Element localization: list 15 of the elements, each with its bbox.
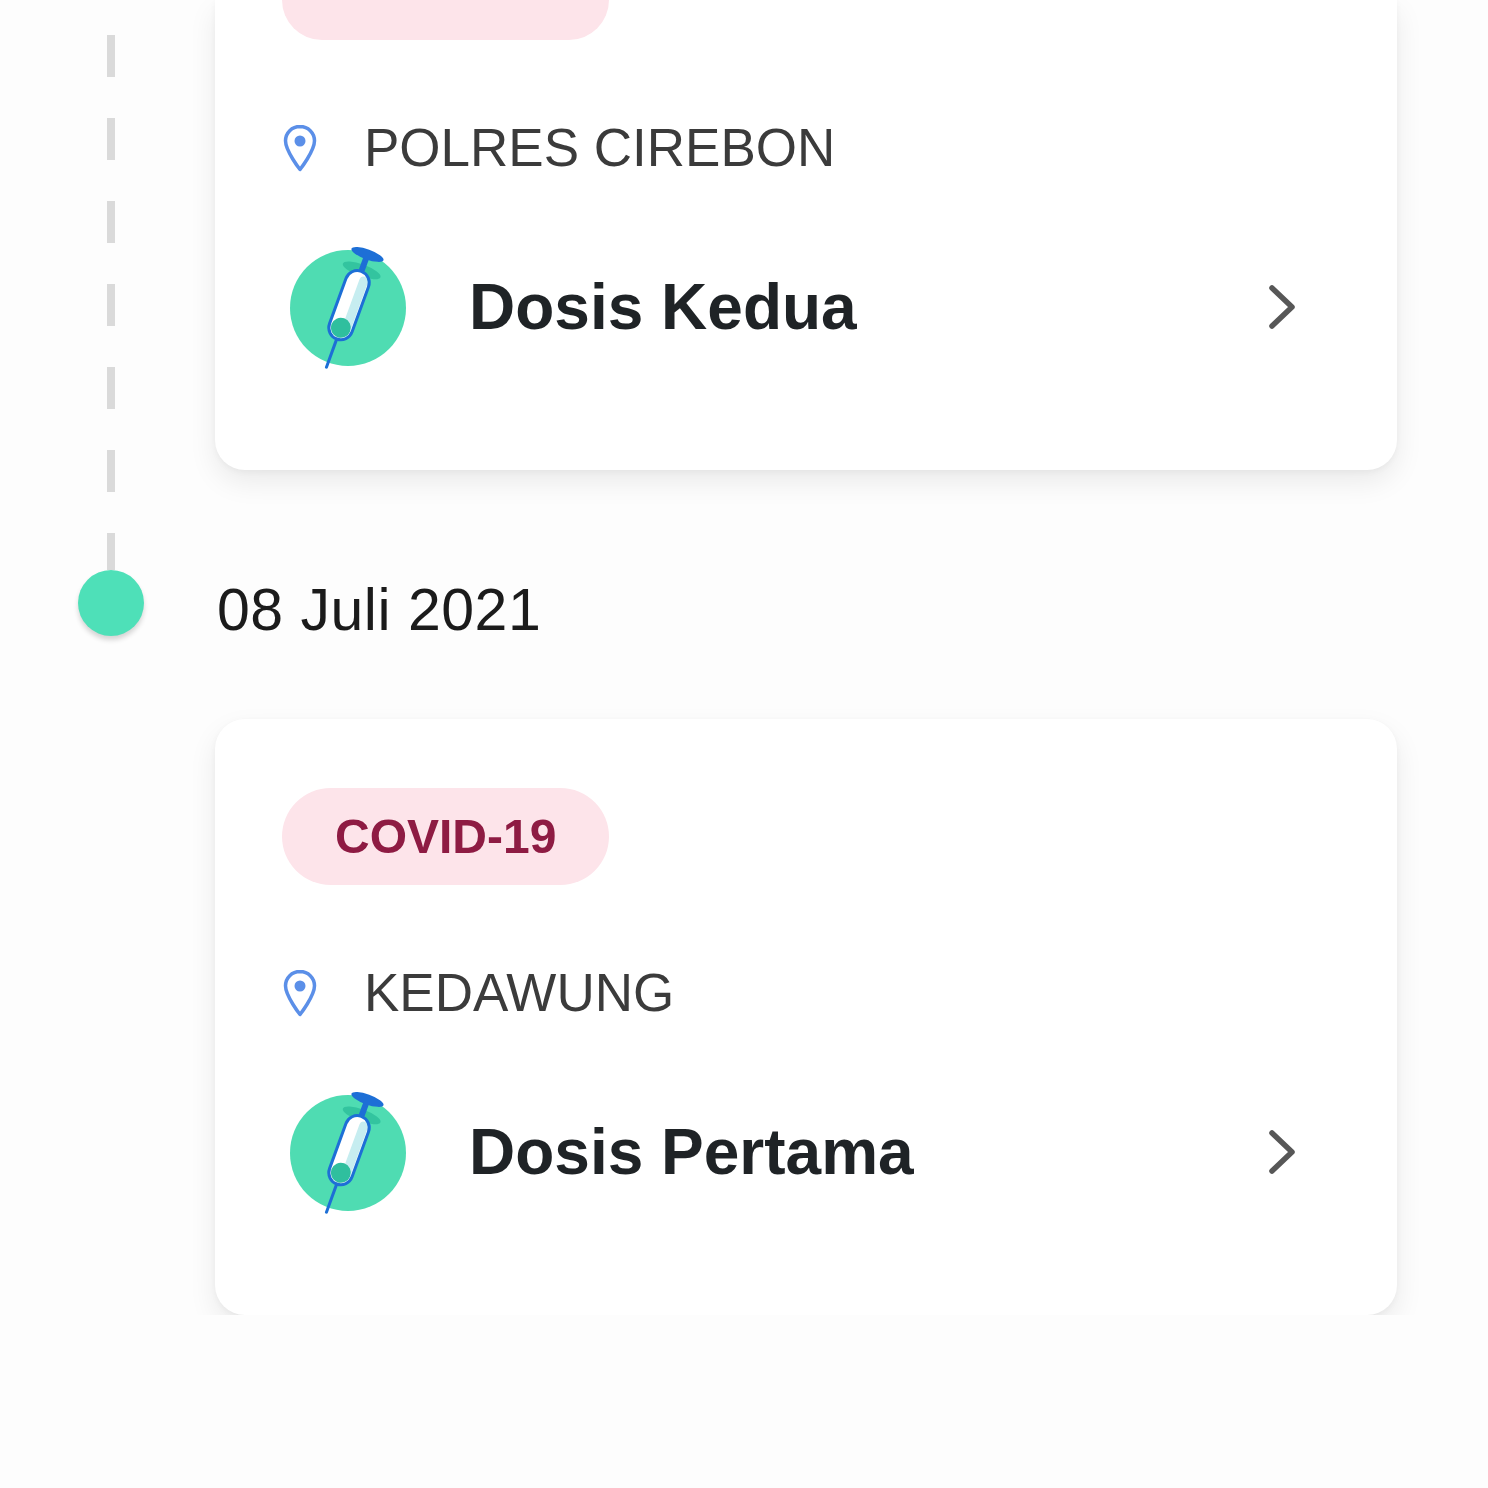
syringe-icon (290, 1090, 406, 1214)
date-label: 08 Juli 2021 (217, 576, 542, 645)
syringe-icon (290, 245, 406, 369)
dose-label: Dosis Kedua (469, 270, 857, 344)
dose-label: Dosis Pertama (469, 1115, 914, 1189)
timeline-dot-icon (78, 570, 144, 636)
location-pin-icon (283, 124, 317, 172)
category-tag: COVID-19 (282, 788, 610, 885)
vaccination-card[interactable]: POLRES CIREBON Dosis Kedua (215, 0, 1397, 470)
location-text: KEDAWUNG (364, 962, 675, 1024)
location-pin-icon (283, 969, 317, 1017)
chevron-right-icon (1267, 284, 1297, 330)
chevron-right-icon (1267, 1129, 1297, 1175)
location-text: POLRES CIREBON (364, 117, 836, 179)
vaccination-card[interactable]: COVID-19 KEDAWUNG Dosis Pertama (215, 719, 1397, 1315)
